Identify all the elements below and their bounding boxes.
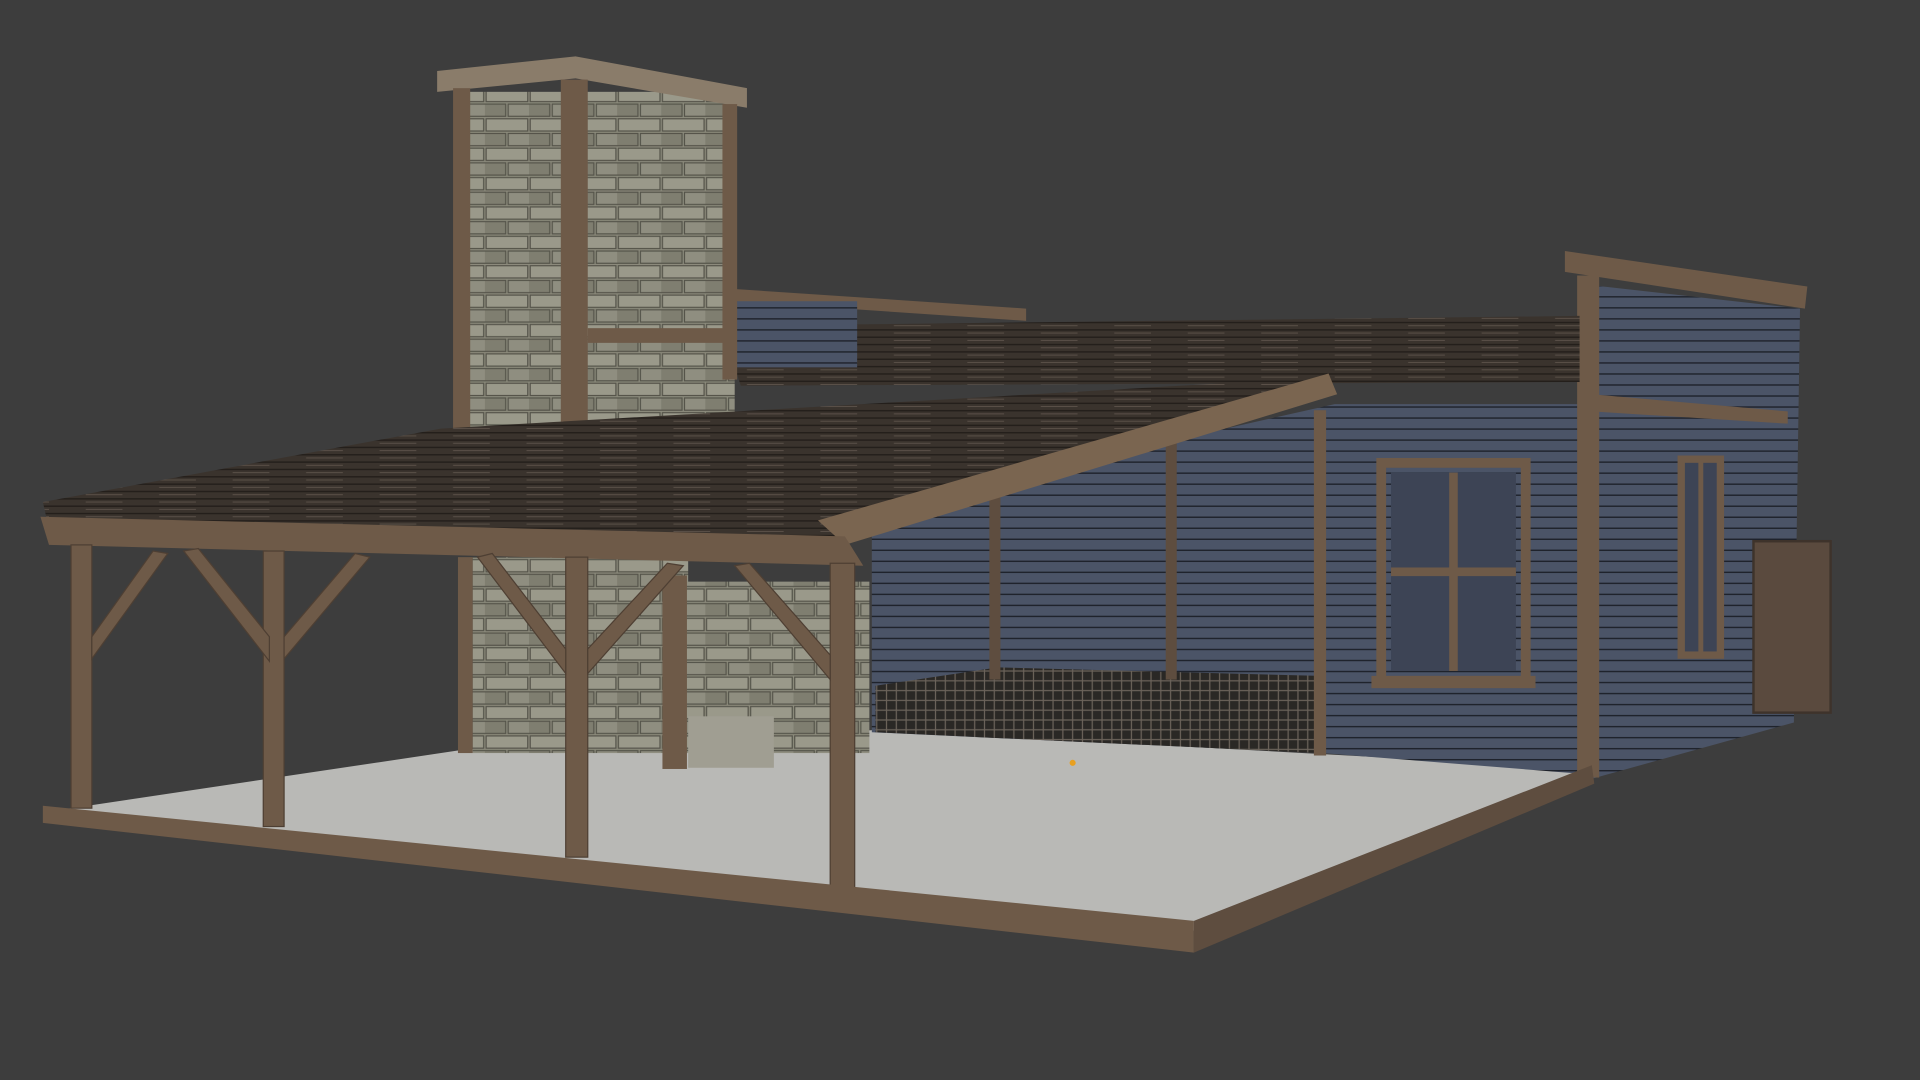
back-roof-wall [734,301,858,368]
wall-post [989,495,1001,680]
back-roof [734,315,1580,386]
window [1371,457,1536,689]
side-window [1677,455,1725,659]
origin-marker [1069,759,1076,766]
wall-post [1313,410,1327,756]
wall-post [1165,440,1177,680]
building-model [40,56,1832,953]
corner-post [1577,275,1600,778]
3d-viewport[interactable] [0,0,1920,1080]
side-door [1752,540,1832,714]
